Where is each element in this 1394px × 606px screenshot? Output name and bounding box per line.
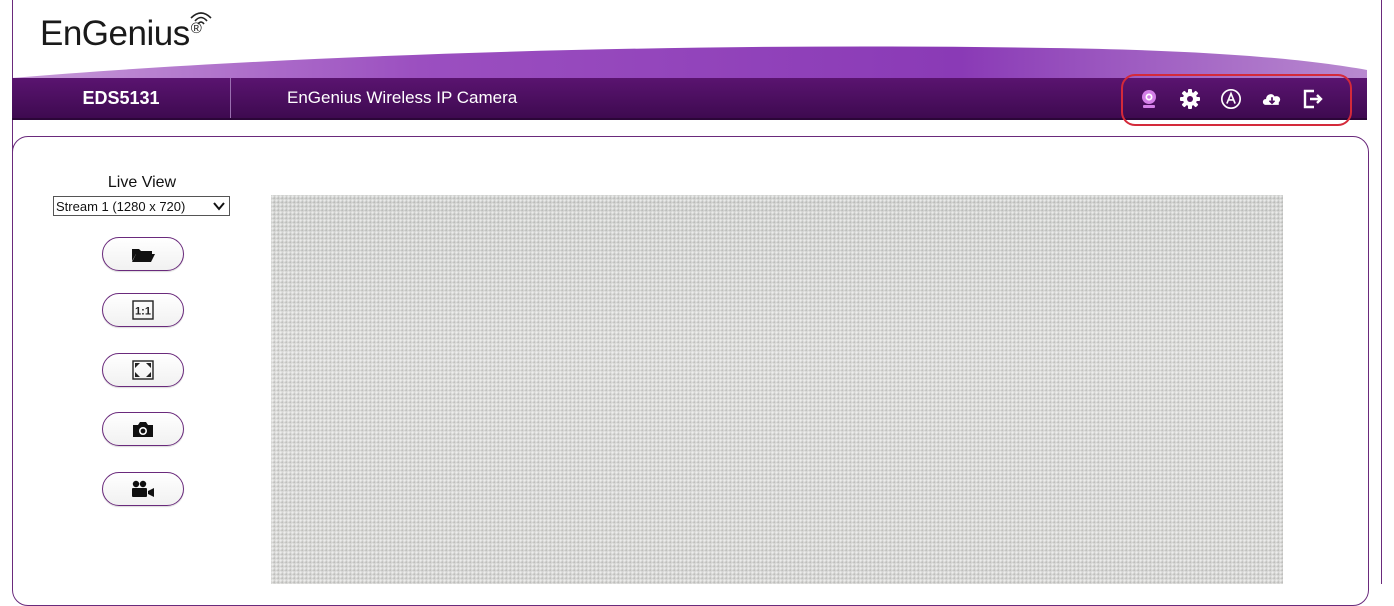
model-name: EDS5131 — [12, 78, 231, 118]
one-to-one-icon: 1:1 — [132, 300, 154, 320]
svg-text:1:1: 1:1 — [135, 306, 151, 318]
record-button[interactable] — [102, 472, 184, 506]
video-camera-icon — [132, 480, 154, 497]
wifi-arc-icon — [190, 12, 212, 25]
folder-icon — [132, 249, 155, 262]
stream-select-value: Stream 1 (1280 x 720) — [56, 198, 186, 214]
fullscreen-button[interactable] — [102, 353, 184, 387]
icons-highlight-annotation — [1121, 74, 1352, 126]
camera-icon — [133, 422, 153, 437]
live-view-label: Live View — [107, 174, 177, 191]
actual-size-button[interactable]: 1:1 — [102, 293, 184, 327]
stream-select[interactable]: Stream 1 (1280 x 720) — [53, 196, 230, 216]
chevron-down-icon — [213, 202, 225, 211]
open-folder-button[interactable] — [102, 237, 184, 271]
snapshot-button[interactable] — [102, 412, 184, 446]
fullscreen-icon — [132, 360, 154, 380]
live-video-feed[interactable] — [271, 195, 1283, 584]
product-title: EnGenius Wireless IP Camera — [287, 88, 518, 107]
